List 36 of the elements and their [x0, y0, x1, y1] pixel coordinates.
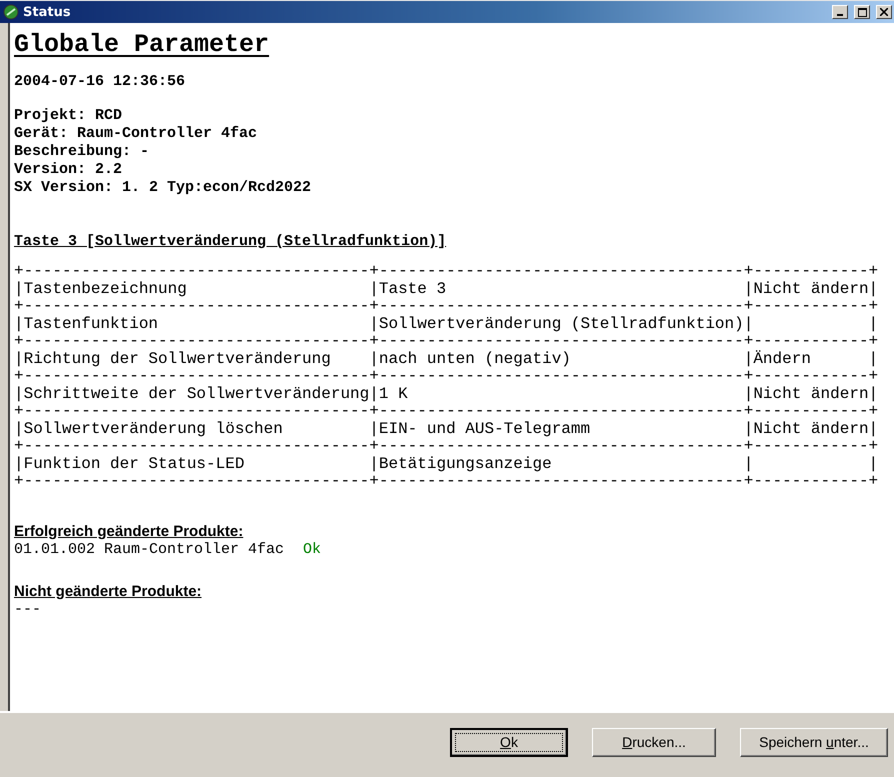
close-button[interactable] — [876, 5, 892, 19]
close-icon — [880, 8, 888, 16]
app-icon — [3, 4, 19, 20]
info-line: Beschreibung: - — [14, 143, 150, 161]
table-line: |Tastenbezeichnung |Taste 3 |Nicht ändern| — [14, 280, 878, 298]
result-heading: Erfolgreich geänderte Produkte: — [14, 522, 244, 540]
minimize-button[interactable] — [832, 5, 848, 19]
section-title: Taste 3 [Sollwertveränderung (Stellradfunktion)] — [14, 233, 446, 251]
table-line: |Richtung der Sollwertveränderung |nach unten (negativ) |Ändern | — [14, 350, 878, 368]
table-line: +------------------------------------+--------------------------------------+------------+ — [14, 368, 878, 386]
table-line: |Schrittweite der Sollwertveränderung|1 K |Nicht ändern| — [14, 386, 878, 403]
table-line: +------------------------------------+--------------------------------------+------------+ — [14, 263, 878, 280]
table-line: +------------------------------------+--------------------------------------+------------+ — [14, 403, 878, 420]
status-text: Ok — [303, 540, 322, 558]
dialog-button[interactable]: Speichern unter... — [740, 728, 888, 756]
info-line: Gerät: Raum-Controller 4fac — [14, 125, 258, 143]
info-line: SX Version: 1. 2 Typ:econ/Rcd2022 — [14, 179, 312, 197]
table-line: |Tastenfunktion |Sollwertveränderung (Stellradfunktion)| | — [14, 316, 878, 333]
report-title: Globale Parameter — [14, 29, 270, 61]
info-line: Projekt: RCD — [14, 107, 122, 125]
dialog-button[interactable]: Drucken... — [592, 728, 716, 756]
info-line: Version: 2.2 — [14, 161, 122, 179]
window-title: Status — [23, 4, 72, 20]
result-heading: Nicht geänderte Produkte: — [14, 582, 202, 600]
table-line: +------------------------------------+--------------------------------------+------------+ — [14, 438, 878, 456]
table-line: +------------------------------------+--------------------------------------+------------+ — [14, 298, 878, 316]
table-line: +------------------------------------+--------------------------------------+------------+ — [14, 333, 878, 350]
maximize-button[interactable] — [854, 5, 870, 19]
timestamp: 2004-07-16 12:36:56 — [14, 73, 186, 91]
maximize-icon — [858, 8, 866, 16]
table-line: |Sollwertveränderung löschen |EIN- und AUS-Telegramm |Nicht ändern| — [14, 420, 878, 438]
product-line: 01.01.002 Raum-Controller 4fac — [14, 540, 284, 558]
dialog-button[interactable]: Ok — [450, 728, 568, 756]
table-line: +------------------------------------+--------------------------------------+------------+ — [14, 473, 878, 490]
table-line: |Funktion der Status-LED |Betätigungsanzeige | | — [14, 456, 878, 473]
product-line: --- — [14, 600, 42, 618]
